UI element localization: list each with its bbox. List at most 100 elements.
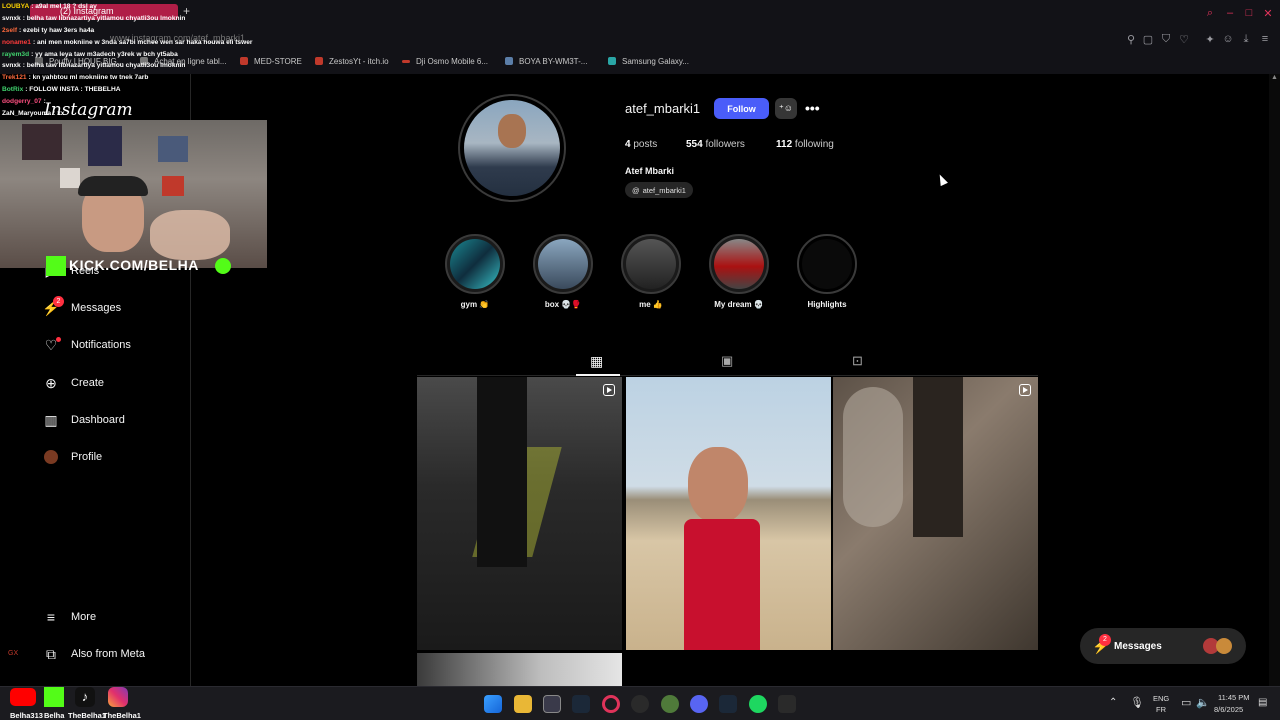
bookmark-item[interactable]: MED-STORE (240, 55, 302, 67)
tabs-divider (417, 375, 1038, 376)
account-icon[interactable]: ☺ (1221, 32, 1235, 46)
highlight-label: My dream 💀 (714, 300, 764, 309)
close-icon[interactable]: ✕ (1261, 6, 1275, 20)
follow-button[interactable]: Follow (714, 98, 769, 119)
post-thumbnail[interactable] (417, 653, 622, 686)
pin-icon[interactable]: ⚲ (1124, 32, 1138, 46)
scroll-up-icon[interactable]: ▲ (1271, 74, 1278, 84)
bookmark-favicon (402, 59, 410, 63)
highlight-circle[interactable] (533, 234, 593, 294)
messages-pill-label: Messages (1114, 641, 1162, 652)
post-thumbnail[interactable] (626, 377, 831, 650)
profile-full-name: Atef Mbarki (625, 166, 675, 176)
app-icon[interactable] (631, 695, 649, 713)
gx-label: GX (8, 650, 19, 657)
tab-reels-icon[interactable]: ▣ (721, 353, 733, 369)
highlight-circle[interactable] (709, 234, 769, 294)
search-icon[interactable]: ⌕ (1203, 6, 1217, 20)
chat-line: ZaN_Maryouma: xx (2, 110, 65, 117)
post-thumbnail[interactable] (417, 377, 622, 650)
tab-posts-grid-icon[interactable]: ▦ (590, 353, 603, 370)
steam-icon[interactable] (572, 695, 590, 713)
tray-chevron-icon[interactable]: ⌃ (1109, 697, 1117, 708)
notification-dot (56, 337, 61, 342)
volume-icon[interactable]: 🔈 (1196, 696, 1210, 709)
headphones (78, 176, 148, 196)
store-icon[interactable] (543, 695, 561, 713)
heart-icon[interactable]: ♡ (1177, 32, 1191, 46)
followers-stat[interactable]: 554 followers (686, 139, 745, 150)
microphone-icon[interactable]: 🎙 (1130, 696, 1144, 709)
network-icon[interactable]: ▭ (1181, 696, 1191, 709)
highlight-circle[interactable] (621, 234, 681, 294)
opera-gx-icon[interactable] (602, 695, 620, 713)
hamburger-icon: ≡ (46, 609, 56, 625)
streamer-hand (150, 210, 230, 260)
maximize-icon[interactable]: □ (1242, 6, 1256, 20)
messages-badge: 2 (53, 296, 64, 307)
profile-avatar-ring[interactable] (458, 94, 566, 202)
bookmark-item[interactable]: Samsung Galaxy... (608, 55, 689, 67)
wall-poster (88, 126, 122, 166)
extensions-icon[interactable]: ✦ (1203, 32, 1217, 46)
app-icon[interactable] (778, 695, 796, 713)
highlight-circle[interactable] (445, 234, 505, 294)
bookmark-favicon (608, 57, 616, 65)
bookmark-favicon (505, 57, 513, 65)
sidebar-item-profile[interactable]: Profile (43, 449, 102, 465)
social-handle: TheBelha1 (103, 711, 141, 720)
highlight-label: me 👍 (639, 300, 663, 309)
windows-start-icon[interactable] (484, 695, 502, 713)
steam-icon[interactable] (719, 695, 737, 713)
message-avatar (1216, 638, 1232, 654)
chat-line: 2self: ezebi ty haw 3ers ha4a (2, 27, 95, 34)
shield-icon[interactable]: ⛉ (1159, 32, 1173, 46)
file-explorer-icon[interactable] (514, 695, 532, 713)
clock-time[interactable]: 11:45 PM (1218, 693, 1250, 702)
avatar-icon (43, 449, 59, 465)
kick-url-overlay: KICK.COM/BELHA (69, 257, 199, 273)
chat-line: rayem3d: yy ama leya taw m3adech y3rek w… (2, 51, 178, 58)
tab-tagged-icon[interactable]: ⊡ (852, 353, 863, 369)
chat-line: svnxk: belha taw libnazartiya yitlamou c… (2, 15, 186, 22)
clock-date[interactable]: 8/6/2025 (1214, 705, 1243, 714)
social-handle: Belha313 (10, 711, 43, 720)
language-top[interactable]: ENG (1153, 694, 1169, 703)
scrollbar-track[interactable] (1269, 74, 1280, 686)
bookmark-item[interactable]: BOYA BY-WM3T-... (505, 55, 587, 67)
bookmark-item[interactable]: ZestosYt - itch.io (315, 55, 389, 67)
spotify-icon[interactable] (749, 695, 767, 713)
tiktok-logo-icon: ♪ (75, 687, 95, 707)
suggest-user-button[interactable]: ⁺☺ (775, 98, 797, 119)
verified-icon (215, 258, 231, 274)
threads-badge[interactable]: @ atef_mbarki1 (625, 182, 693, 198)
download-icon[interactable]: ⤓ (1239, 32, 1253, 46)
chat-line: BotRix: FOLLOW INSTA : THEBELHA (2, 86, 121, 93)
sidebar-also-from-meta[interactable]: ⧉ Also from Meta (43, 646, 145, 662)
notification-center-icon[interactable]: ▤ (1258, 697, 1267, 708)
chat-line: svnxk: belha taw libnazartiya yitlamou c… (2, 62, 186, 69)
following-stat[interactable]: 112 following (776, 139, 834, 150)
reel-icon (1019, 384, 1031, 396)
discord-icon[interactable] (690, 695, 708, 713)
snapshot-icon[interactable]: ▢ (1141, 32, 1155, 46)
threads-icon: @ (632, 185, 640, 195)
highlight-circle[interactable] (797, 234, 857, 294)
menu-icon[interactable]: ≡ (1258, 32, 1272, 46)
more-options-icon[interactable]: ••• (805, 100, 820, 116)
post-thumbnail[interactable] (833, 377, 1038, 650)
wall-flag (162, 176, 184, 196)
language-bottom[interactable]: FR (1156, 705, 1166, 714)
kick-logo-icon (46, 256, 66, 276)
reel-icon (603, 384, 615, 396)
sidebar-more[interactable]: ≡ More (43, 609, 96, 625)
active-tab-indicator (576, 374, 620, 376)
app-icon[interactable] (661, 695, 679, 713)
kick-logo-icon (44, 687, 64, 707)
messages-pill-badge: 2 (1099, 634, 1111, 646)
bookmark-item[interactable]: Dji Osmo Mobile 6... (402, 55, 488, 67)
sidebar-item-dashboard[interactable]: ▥ Dashboard (43, 412, 124, 428)
sidebar-item-create[interactable]: ⊕ Create (43, 375, 104, 391)
minimize-icon[interactable]: – (1223, 6, 1237, 20)
highlight-label: Highlights (807, 300, 847, 309)
